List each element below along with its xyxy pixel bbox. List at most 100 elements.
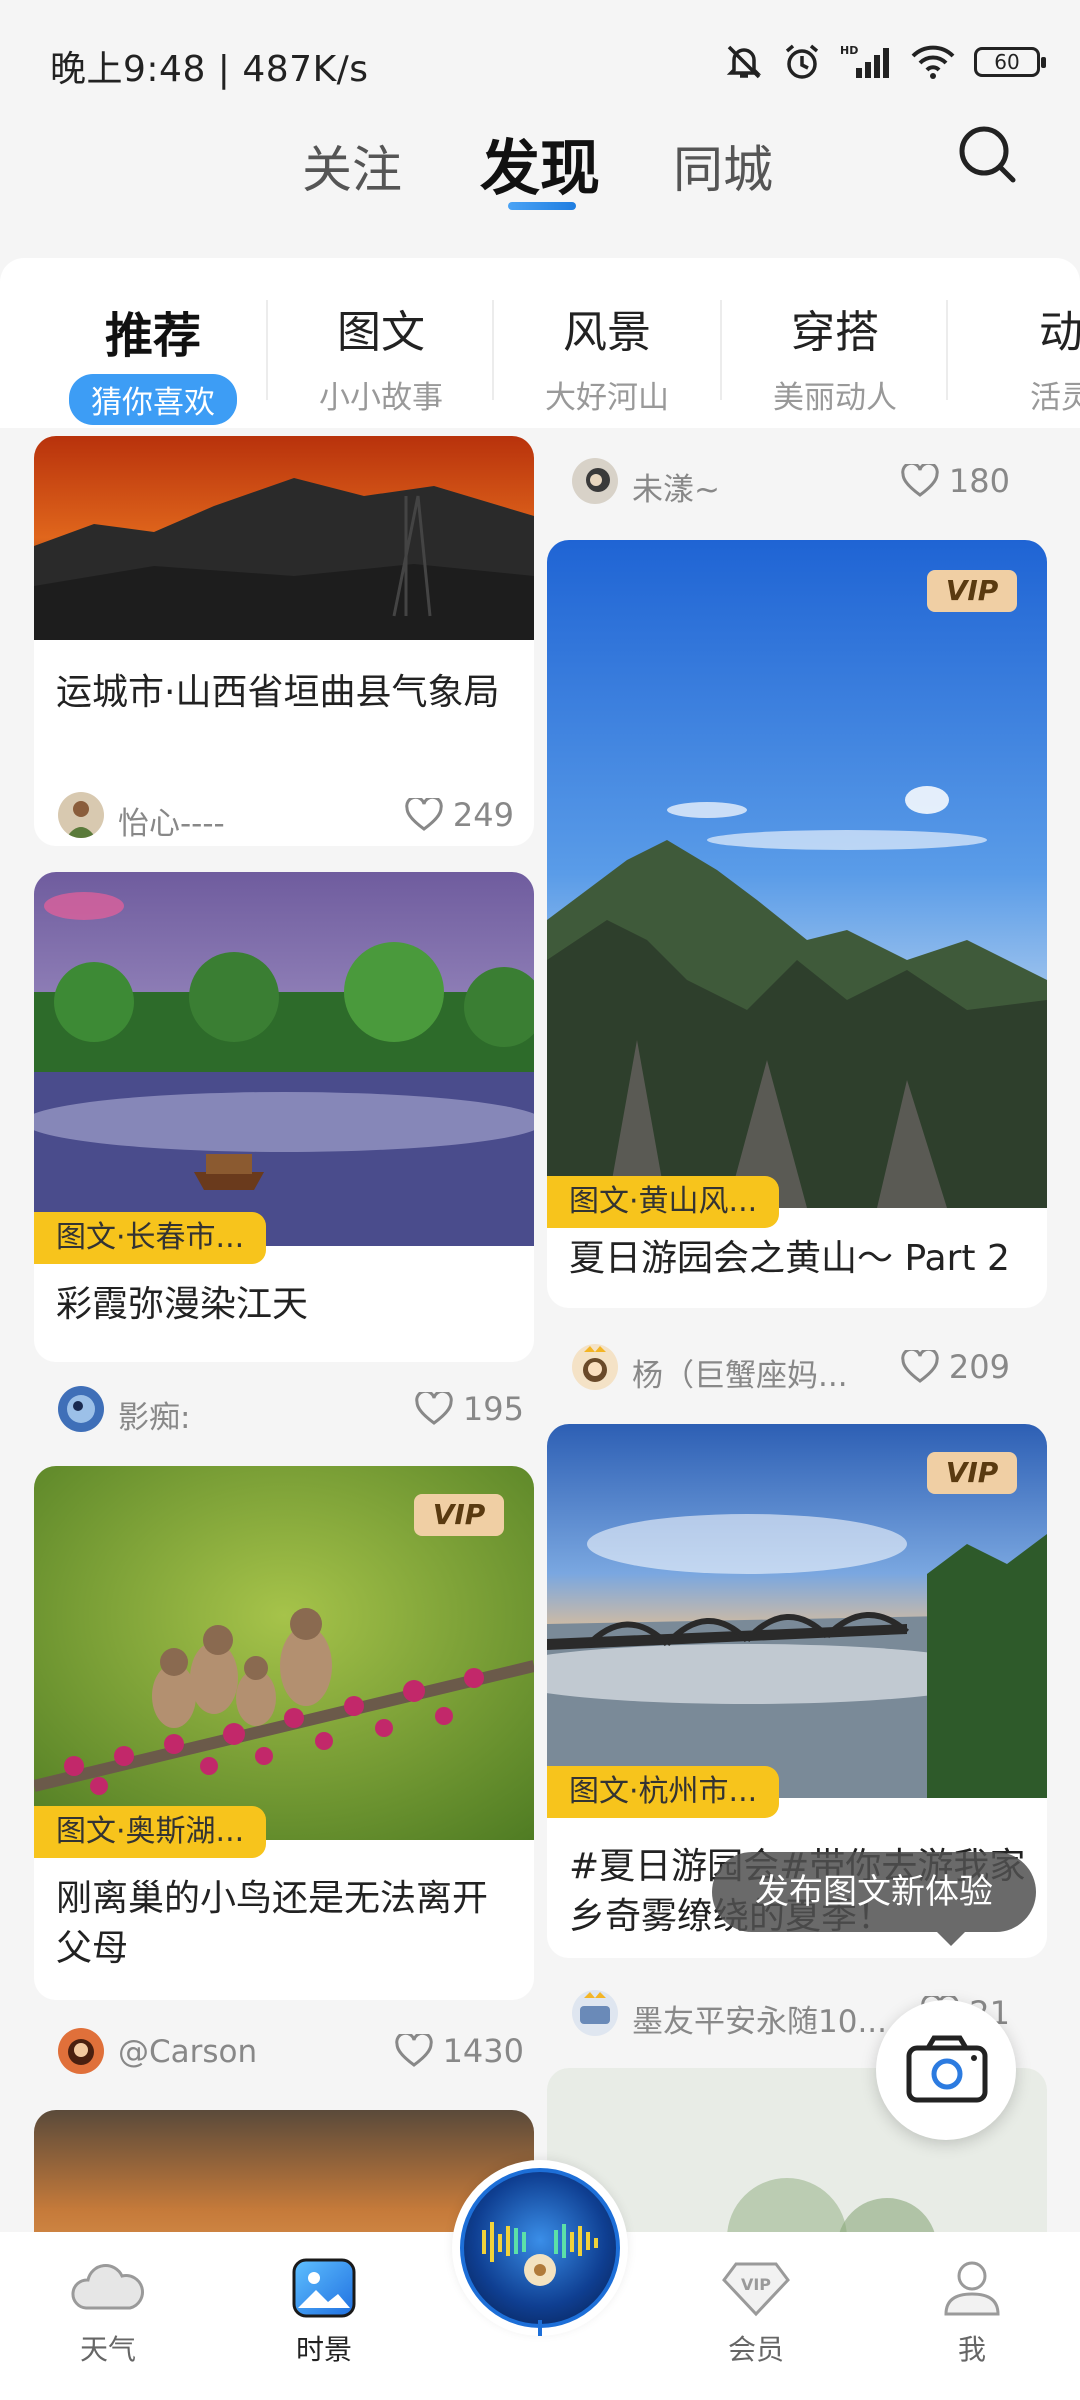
signal-icon: HD [840,42,892,82]
heart-icon [901,464,939,497]
vip-badge: VIP [927,1452,1017,1494]
category-tag: 图文·黄山风... [547,1176,780,1228]
camera-icon [906,2035,988,2103]
battery-icon: 60 [974,47,1046,77]
nav-label: 时景 [295,2333,352,2366]
feed-card[interactable]: VIP 图文·黄山风... 夏日游园会之黄山～ Part 2 [547,540,1047,1308]
like-count: 1430 [442,2032,524,2070]
avatar [572,1990,618,2036]
nav-label: 天气 [79,2333,136,2366]
category-tag: 图文·奥斯湖... [34,1806,267,1858]
vip-diamond-icon: VIP [722,2262,790,2317]
nav-label: 我 [957,2333,986,2366]
category-subtitle: 大好河山 [545,380,669,416]
card-title: 刚离巢的小鸟还是无法离开父母 [56,1878,489,1969]
center-disc-button[interactable] [452,2160,628,2336]
person-icon [944,2261,1000,2316]
category-title: 动 [1039,307,1080,358]
category-bar: 推荐 猜你喜欢 图文 小小故事 风景 大好河山 穿搭 美丽动人 动 活灵 [0,258,1080,428]
like-button[interactable]: 195 [415,1390,524,1428]
search-button[interactable] [955,122,1019,186]
category-tag: 图文·杭州市... [547,1766,780,1818]
wifi-icon [910,42,956,82]
avatar [58,2028,104,2074]
vip-badge: VIP [927,570,1017,612]
heart-icon [405,798,443,831]
cloud-icon [71,2264,144,2310]
status-icons: HD 60 [724,40,1046,84]
search-icon [959,126,1016,183]
like-button[interactable]: 1430 [394,2032,524,2070]
like-button[interactable]: 209 [901,1348,1010,1386]
heart-icon [901,1350,939,1383]
avatar [58,792,104,838]
card-title: 夏日游园会之黄山～ Part 2 [569,1238,1010,1279]
feed-card[interactable]: 图文·长春市... 彩霞弥漫染江天 [34,872,534,1362]
svg-text:HD: HD [840,44,858,57]
author-name: 杨（巨蟹座妈... [632,1358,848,1394]
avatar [572,458,618,504]
like-count: 249 [452,796,514,834]
feed-card[interactable]: 运城市·山西省垣曲县气象局 怡心---- 249 [34,436,534,846]
camera-button[interactable] [876,2000,1016,2140]
heart-icon [415,1392,453,1425]
like-count: 195 [462,1390,524,1428]
alarm-icon [782,42,822,82]
author-name: @Carson [118,2034,258,2070]
card-image [34,436,534,640]
card-title: 彩霞弥漫染江天 [56,1284,309,1325]
card-meta: 影痴: 195 [58,1386,524,1438]
nav-label: 会员 [727,2333,784,2366]
category-title: 图文 [337,307,425,358]
category-tag: 图文·长春市... [34,1212,267,1264]
heart-icon [394,2034,433,2067]
like-button[interactable]: 249 [405,796,514,834]
category-outfit[interactable]: 穿搭 美丽动人 [722,296,948,417]
card-image [547,540,1047,1208]
author-name: 墨友平安永随10... [632,2004,887,2040]
category-recommend[interactable]: 推荐 猜你喜欢 [40,296,266,425]
bell-off-icon [724,42,764,82]
category-subtitle: 活灵 [1030,380,1080,416]
avatar [58,1386,104,1432]
category-subtitle: 猜你喜欢 [69,374,237,425]
tab-follow[interactable]: 关注 [302,130,402,202]
category-subtitle: 美丽动人 [773,380,897,416]
publish-tooltip[interactable]: 发布图文新体验 [712,1852,1036,1946]
card-meta: @Carson 1430 [58,2028,524,2080]
category-title: 推荐 [104,308,201,364]
feed-card[interactable]: VIP 图文·奥斯湖... 刚离巢的小鸟还是无法离开父母 [34,1466,534,2000]
card-title: 运城市·山西省垣曲县气象局 [56,672,500,713]
picture-icon [292,2258,356,2318]
card-image [34,872,534,1246]
like-button[interactable]: 180 [901,462,1010,500]
tab-discover[interactable]: 发现 [480,120,600,207]
vip-badge: VIP [414,1494,504,1536]
like-count: 180 [948,462,1010,500]
nav-weather[interactable]: 天气 [48,2258,168,2368]
tab-local[interactable]: 同城 [673,130,773,202]
category-title: 穿搭 [791,307,879,358]
top-tabs: 关注 发现 同城 [0,120,1080,250]
nav-vip[interactable]: VIP 会员 [696,2258,816,2368]
category-title: 风景 [563,307,651,358]
like-count: 209 [948,1348,1010,1386]
card-meta: 未漾~ 180 [572,458,1010,510]
svg-text:VIP: VIP [741,2275,771,2294]
avatar [572,1344,618,1390]
music-disc-icon [460,2168,620,2336]
nav-me[interactable]: 我 [912,2258,1032,2368]
author-name: 影痴: [118,1400,191,1436]
author-name: 怡心---- [118,806,225,842]
card-meta: 杨（巨蟹座妈... 209 [572,1344,1010,1396]
status-time: 晚上9:48 | 487K/s [50,49,369,90]
tab-indicator [508,202,576,210]
category-subtitle: 小小故事 [319,380,443,416]
author-name: 未漾~ [632,472,720,508]
category-scenery[interactable]: 风景 大好河山 [494,296,720,417]
nav-scenes[interactable]: 时景 [264,2258,384,2368]
category-graphic[interactable]: 图文 小小故事 [268,296,494,417]
feed: 运城市·山西省垣曲县气象局 怡心---- 249 图文·长春市... 彩霞弥漫染… [0,428,1080,2240]
status-bar: 晚上9:48 | 487K/s HD 60 [0,0,1080,130]
category-more[interactable]: 动 活灵 [948,296,1080,417]
